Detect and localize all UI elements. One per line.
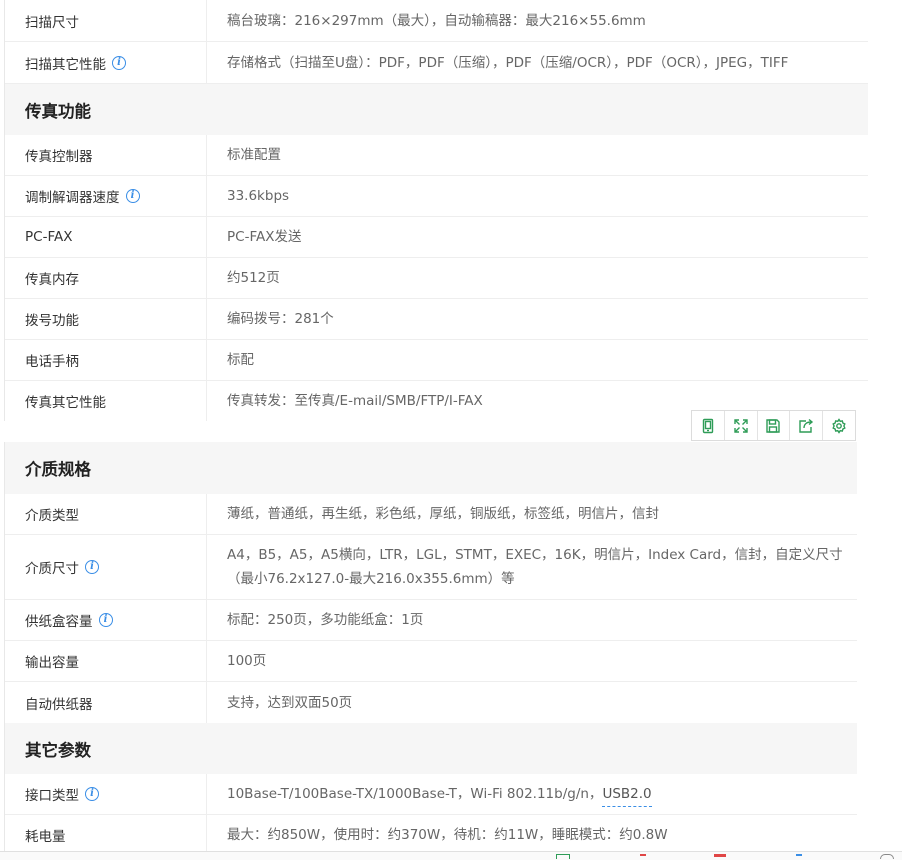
spec-row: 自动供纸器 支持，达到双面50页 xyxy=(5,682,857,723)
spec-value: 约512页 xyxy=(227,270,280,286)
fullscreen-icon[interactable] xyxy=(725,411,758,440)
info-icon[interactable]: i xyxy=(85,787,99,801)
spec-row: 拨号功能 编码拨号：281个 xyxy=(5,299,868,340)
spec-label: 接口类型 i xyxy=(5,774,207,814)
media-section: 介质规格 介质类型 薄纸，普通纸，再生纸，彩色纸，厚纸，铜版纸，标签纸，明信片，… xyxy=(4,442,857,723)
section-title: 传真功能 xyxy=(25,101,91,121)
share-icon[interactable] xyxy=(790,411,824,440)
spec-row: 耗电量 最大：约850W，使用时：约370W，待机：约11W，睡眠模式：约0.8… xyxy=(5,815,857,855)
usb-link[interactable]: USB2.0 xyxy=(602,782,652,807)
spec-row: 扫描其它性能 i 存储格式（扫描至U盘）：PDF，PDF（压缩），PDF（压缩/O… xyxy=(5,42,868,84)
spec-value: 标配 xyxy=(227,352,254,368)
other-section: 其它参数 接口类型 i 10Base-T/100Base-TX/1000Base-… xyxy=(4,723,857,855)
spec-row: 供纸盒容量 i 标配：250页，多功能纸盒：1页 xyxy=(5,600,857,641)
spec-label: 介质尺寸 i xyxy=(5,535,207,599)
spec-value: 薄纸，普通纸，再生纸，彩色纸，厚纸，铜版纸，标签纸，明信片，信封 xyxy=(227,506,659,522)
info-icon[interactable]: i xyxy=(125,189,140,203)
spec-label: 耗电量 xyxy=(5,815,207,855)
spec-label: 自动供纸器 xyxy=(5,682,207,723)
spec-row: 电话手柄 标配 xyxy=(5,340,868,381)
spec-label: 调制解调器速度 i xyxy=(5,176,207,216)
section-header: 其它参数 xyxy=(5,723,857,774)
spec-row: 接口类型 i 10Base-T/100Base-TX/1000Base-T，Wi-… xyxy=(5,774,857,815)
spec-label: PC-FAX xyxy=(5,217,207,257)
fax-section: 传真功能 传真控制器 标准配置 调制解调器速度 i 33.6kbps PC-FAX… xyxy=(4,84,868,421)
spec-row: 介质尺寸 i A4，B5，A5，A5横向，LTR，LGL，STMT，EXEC，16… xyxy=(5,535,857,600)
spec-value: 10Base-T/100Base-TX/1000Base-T，Wi-Fi 802… xyxy=(207,774,857,814)
spec-label: 电话手柄 xyxy=(5,340,207,380)
spec-row: 调制解调器速度 i 33.6kbps xyxy=(5,176,868,217)
spec-value: 编码拨号：281个 xyxy=(227,311,334,327)
spec-value: 100页 xyxy=(227,653,267,669)
spec-value: A4，B5，A5，A5横向，LTR，LGL，STMT，EXEC，16K，明信片，… xyxy=(227,547,843,587)
spec-row: 输出容量 100页 xyxy=(5,641,857,682)
bottom-red-icon xyxy=(640,854,646,860)
spec-value: 标准配置 xyxy=(227,147,281,163)
spec-row: 介质类型 薄纸，普通纸，再生纸，彩色纸，厚纸，铜版纸，标签纸，明信片，信封 xyxy=(5,494,857,535)
spec-label: 传真控制器 xyxy=(5,135,207,175)
info-icon[interactable]: i xyxy=(85,560,99,574)
spec-value: 33.6kbps xyxy=(227,188,290,204)
bottom-green-icon xyxy=(556,854,570,859)
bottom-red-icon xyxy=(714,854,726,857)
section-header: 传真功能 xyxy=(5,84,868,135)
spec-value: 稿台玻璃：216×297mm（最大），自动输稿器：最大216×55.6mm xyxy=(227,12,646,29)
spec-value: 标配：250页，多功能纸盒：1页 xyxy=(227,612,424,628)
spec-label: 介质类型 xyxy=(5,494,207,534)
spec-label: 传真内存 xyxy=(5,258,207,298)
save-icon[interactable] xyxy=(758,411,791,440)
settings-icon[interactable] xyxy=(823,411,855,440)
bottom-blue-icon xyxy=(796,854,802,860)
spec-value: 最大：约850W，使用时：约370W，待机：约11W，睡眠模式：约0.8W xyxy=(227,827,668,843)
info-icon[interactable]: i xyxy=(98,613,113,627)
phone-icon[interactable] xyxy=(692,411,725,440)
spec-row: 传真控制器 标准配置 xyxy=(5,135,868,176)
spec-value: 支持，达到双面50页 xyxy=(227,694,353,711)
bottom-gray-icon xyxy=(880,854,894,859)
spec-label: 供纸盒容量 i xyxy=(5,600,207,640)
spec-row: 扫描尺寸 稿台玻璃：216×297mm（最大），自动输稿器：最大216×55.6… xyxy=(5,0,868,42)
spec-label: 扫描其它性能 i xyxy=(5,42,207,83)
section-header: 介质规格 xyxy=(5,442,857,494)
spec-label: 拨号功能 xyxy=(5,299,207,339)
spec-row: 传真内存 约512页 xyxy=(5,258,868,299)
spec-label: 传真其它性能 xyxy=(5,381,207,421)
info-icon[interactable]: i xyxy=(112,55,126,70)
spec-label: 输出容量 xyxy=(5,641,207,681)
spec-value: 存储格式（扫描至U盘）：PDF，PDF（压缩），PDF（压缩/OCR），PDF（… xyxy=(227,54,789,71)
spec-row: PC-FAX PC-FAX发送 xyxy=(5,217,868,258)
scan-section: 扫描尺寸 稿台玻璃：216×297mm（最大），自动输稿器：最大216×55.6… xyxy=(4,0,868,84)
floating-toolbar xyxy=(691,410,856,441)
section-title: 其它参数 xyxy=(25,740,91,760)
section-title: 介质规格 xyxy=(25,460,91,479)
spec-label: 扫描尺寸 xyxy=(5,0,207,41)
spec-value: PC-FAX发送 xyxy=(227,229,302,245)
